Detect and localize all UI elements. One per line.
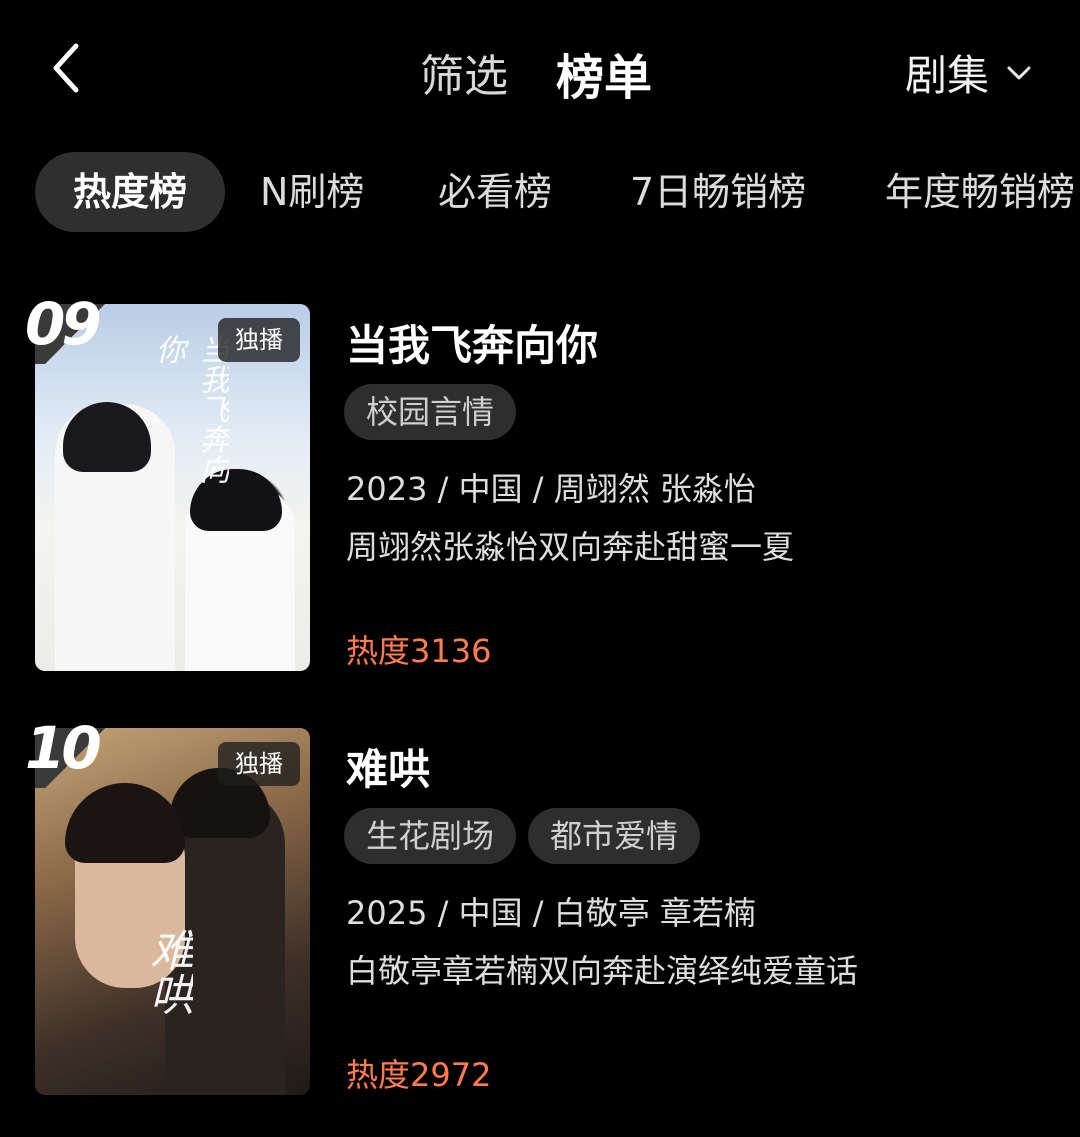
rank-number: 09: [25, 290, 102, 358]
poster-title-calligraphy: 难哄: [142, 928, 193, 1016]
tab-rewatch-ranking[interactable]: N刷榜: [260, 152, 364, 232]
exclusive-badge: 独播: [218, 742, 300, 786]
show-meta: 2025 / 中国 / 白敬亭 章若楠: [346, 894, 756, 932]
rank-number: 10: [25, 714, 102, 782]
heat-score: 热度2972: [346, 1056, 492, 1094]
genre-tag[interactable]: 都市爱情: [528, 808, 701, 864]
tab-must-watch-ranking[interactable]: 必看榜: [438, 152, 552, 232]
tag-list: 生花剧场 都市爱情: [344, 808, 712, 864]
back-button[interactable]: [44, 38, 94, 98]
exclusive-badge: 独播: [218, 318, 300, 362]
ranking-tab[interactable]: 榜单: [556, 38, 652, 108]
show-description: 白敬亭章若楠双向奔赴演绎纯爱童话: [346, 952, 859, 990]
ranking-page: 筛选 榜单 剧集 热度榜 N刷榜 必看榜 7日畅销榜 年度畅销榜 当我飞奔向你 …: [0, 0, 1080, 1137]
tab-heat-ranking[interactable]: 热度榜: [35, 152, 225, 232]
filter-tab[interactable]: 筛选: [420, 40, 508, 104]
tag-list: 校园言情: [344, 384, 528, 440]
genre-tag[interactable]: 校园言情: [344, 384, 517, 440]
content-type-label: 剧集: [905, 51, 990, 100]
show-title[interactable]: 难哄: [346, 736, 430, 797]
heat-score: 热度3136: [346, 632, 492, 670]
ranking-item[interactable]: 当我飞奔向你 独播 09 当我飞奔向你 校园言情 2023 / 中国 / 周翊然…: [0, 290, 1080, 684]
content-type-dropdown[interactable]: 剧集: [905, 42, 1035, 103]
show-meta: 2023 / 中国 / 周翊然 张淼怡: [346, 470, 756, 508]
poster-figure-hair: [65, 783, 185, 863]
chevron-left-icon: [53, 43, 79, 93]
show-description: 周翊然张淼怡双向奔赴甜蜜一夏: [346, 528, 795, 566]
tab-7day-bestseller-ranking[interactable]: 7日畅销榜: [630, 152, 806, 232]
ranking-type-tabs: 热度榜 N刷榜 必看榜 7日畅销榜 年度畅销榜: [0, 152, 1080, 234]
theater-tag[interactable]: 生花剧场: [344, 808, 517, 864]
chevron-down-icon: [1007, 66, 1031, 79]
ranking-item[interactable]: 难哄 独播 10 难哄 生花剧场 都市爱情 2025 / 中国 / 白敬亭 章若…: [0, 714, 1080, 1108]
top-bar: 筛选 榜单 剧集: [0, 0, 1080, 140]
tab-annual-bestseller-ranking[interactable]: 年度畅销榜: [885, 152, 1075, 232]
show-title[interactable]: 当我飞奔向你: [346, 312, 598, 373]
